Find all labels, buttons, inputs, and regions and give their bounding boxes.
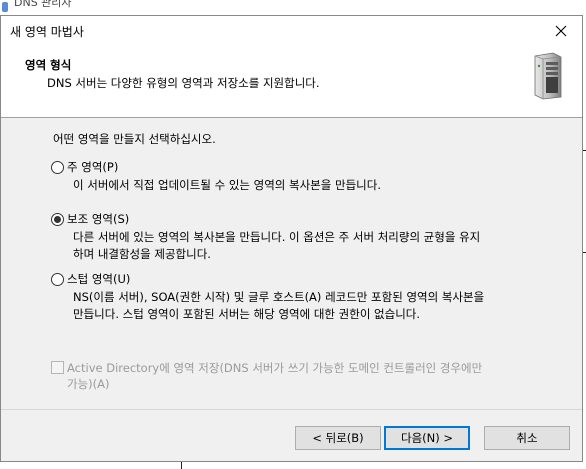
checkbox-label-line: 가능)(A) (67, 377, 110, 391)
description-line: 하며 내결함성을 제공합니다. (73, 247, 211, 261)
radio-button-selected[interactable] (51, 212, 64, 226)
server-icon (534, 52, 562, 100)
button-separator (1, 409, 582, 410)
primary-zone-label: 주 영역(P) (67, 160, 119, 174)
secondary-zone-label: 보조 영역(S) (67, 212, 130, 226)
back-button[interactable]: < 뒤로(B) (295, 426, 381, 450)
background-fragment (181, 462, 182, 469)
primary-zone-description: 이 서버에서 직접 업데이트될 수 있는 영역의 복사본을 만듭니다. (73, 177, 381, 194)
stub-zone-description: NS(이름 서버), SOA(권한 시작) 및 글루 호스트(A) 레코드만 포… (73, 289, 484, 323)
description-line: 만듭니다. 스텁 영역이 포함된 서버는 해당 영역에 대한 권한이 없습니다. (73, 307, 421, 321)
cancel-button[interactable]: 취소 (484, 426, 570, 450)
page-subtitle: DNS 서버는 다양한 유형의 영역과 저장소를 지원합니다. (47, 76, 320, 90)
dialog-title: 새 영역 마법사 (10, 25, 84, 39)
dns-app-icon (2, 2, 8, 12)
radio-button[interactable] (51, 160, 64, 174)
store-in-ad-checkbox[interactable]: Active Directory에 영역 저장(DNS 서버가 쓰기 가능한 도… (51, 360, 482, 392)
zone-type-prompt: 어떤 영역을 만들지 선택하십시오. (53, 132, 216, 146)
wizard-content: 어떤 영역을 만들지 선택하십시오. 주 영역(P) 이 서버에서 직접 업데이… (1, 119, 582, 409)
stub-zone-label: 스텁 영역(U) (67, 272, 131, 286)
wizard-header: 영역 형식 DNS 서버는 다양한 유형의 영역과 저장소를 지원합니다. (1, 46, 582, 118)
close-icon (555, 25, 567, 37)
description-line: 다른 서버에 있는 영역의 복사본을 만듭니다. 이 옵션은 주 서버 처리량의… (73, 230, 481, 244)
store-in-ad-label: Active Directory에 영역 저장(DNS 서버가 쓰기 가능한 도… (67, 360, 482, 392)
radio-button[interactable] (51, 272, 64, 286)
secondary-zone-radio[interactable]: 보조 영역(S) (51, 211, 129, 227)
description-line: 이 서버에서 직접 업데이트될 수 있는 영역의 복사본을 만듭니다. (73, 178, 381, 192)
description-line: NS(이름 서버), SOA(권한 시작) 및 글루 호스트(A) 레코드만 포… (73, 290, 485, 304)
secondary-zone-description: 다른 서버에 있는 영역의 복사본을 만듭니다. 이 옵션은 주 서버 처리량의… (73, 229, 480, 263)
checkbox-label-line: Active Directory에 영역 저장(DNS 서버가 쓰기 가능한 도… (67, 361, 483, 375)
close-button[interactable] (540, 16, 582, 46)
new-zone-wizard-dialog: 새 영역 마법사 영역 형식 DNS 서버는 다양한 유형의 영역과 저장소를 … (0, 15, 583, 462)
stub-zone-radio[interactable]: 스텁 영역(U) (51, 271, 130, 287)
primary-zone-radio[interactable]: 주 영역(P) (51, 159, 118, 175)
dialog-titlebar[interactable]: 새 영역 마법사 (1, 16, 582, 46)
background-app-title: DNS 관리자 (14, 0, 72, 9)
page-title: 영역 형식 (25, 58, 72, 72)
checkbox-disabled[interactable] (51, 361, 64, 374)
next-button[interactable]: 다음(N) > (384, 426, 470, 450)
